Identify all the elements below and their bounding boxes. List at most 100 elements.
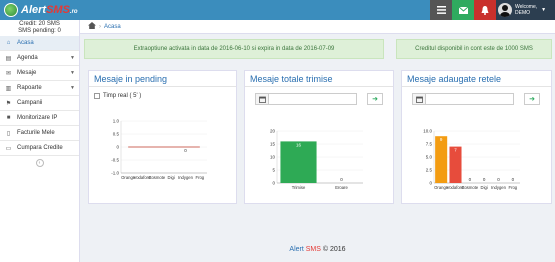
document-icon: ▯	[6, 130, 11, 137]
calendar-icon[interactable]	[412, 93, 426, 105]
y-tick-label: 5.0	[426, 155, 433, 160]
sidebar-item-facturile-mele[interactable]: ▯ Facturile Mele	[0, 126, 79, 141]
sidebar-item-rapoarte[interactable]: ▥ Rapoarte ▼	[0, 81, 79, 96]
sidebar-item-mesaje[interactable]: ✉ Mesaje ▼	[0, 66, 79, 81]
logo-text: Alert	[21, 4, 47, 16]
y-tick-label: 1.0	[113, 119, 120, 124]
realtime-label: Timp real ( 5' )	[103, 93, 142, 99]
breadcrumb-item[interactable]: Acasa	[104, 24, 121, 30]
logo-text-tld: .ro	[69, 9, 78, 15]
envelope-icon[interactable]	[452, 0, 474, 20]
y-tick-label: 0.5	[113, 132, 120, 137]
pending-line: SMS pending: 0	[18, 28, 61, 34]
sidebar-item-label: Agenda	[17, 55, 38, 61]
x-tick-label: Frog	[509, 185, 518, 190]
sidebar-item-label: Rapoarte	[17, 85, 42, 91]
chevron-down-icon: ▼	[70, 70, 75, 76]
credit-info: Credit: 20 SMS SMS pending: 0	[0, 20, 79, 36]
network-messages-panel: Mesaje adaugate retele ➜ 10.0 7.5 5.0 2.5 0 O…	[401, 70, 552, 204]
sidebar-item-label: Campanii	[17, 100, 43, 106]
y-tick-label: 10	[270, 155, 276, 160]
flag-icon: ⚑	[5, 100, 12, 107]
y-tick-label: 0	[272, 181, 275, 186]
x-tick-label: Trimise	[292, 185, 306, 190]
credit-card-icon: ▭	[5, 145, 12, 152]
data-label: 0	[340, 177, 343, 182]
x-tick-label: Indygen	[491, 185, 507, 190]
realtime-checkbox[interactable]	[94, 93, 100, 99]
panel-title: Mesaje adaugate retele	[402, 71, 551, 87]
panel-title: Mesaje in pending	[89, 71, 236, 87]
date-range-input[interactable]	[426, 93, 514, 105]
calendar-icon[interactable]	[255, 93, 269, 105]
extra-option-text: Extraoptiune activata in data de 2016-06…	[133, 46, 335, 52]
arrow-right-icon[interactable]: ➜	[524, 93, 540, 105]
inbox-icon: ✉	[5, 70, 12, 77]
top-bar: AlertSMS.ro Welcome, DEMO ▼	[0, 0, 555, 20]
bell-icon[interactable]	[474, 0, 496, 20]
bar	[435, 136, 448, 183]
pending-messages-panel: Mesaje in pending Timp real ( 5' ) 1.0 0.…	[88, 70, 237, 204]
footer-copyright: © 2016	[322, 245, 346, 253]
total-sent-chart: 20 15 10 5 0 Trimise Eroare 16 0	[270, 129, 363, 190]
y-tick-label: 0	[429, 181, 432, 186]
y-tick-label: 10.0	[423, 129, 432, 134]
sidebar-item-cumpara-credite[interactable]: ▭ Cumpara Credite	[0, 141, 79, 156]
footer-brand: Alert	[289, 245, 304, 253]
bar	[280, 141, 317, 183]
sidebar-item-campanii[interactable]: ⚑ Campanii	[0, 96, 79, 111]
credit-line: Credit: 20 SMS	[19, 21, 60, 27]
data-label: 0	[483, 177, 486, 182]
sidebar: Credit: 20 SMS SMS pending: 0 ⌂ Acasa ▤ …	[0, 20, 80, 262]
video-icon: ■	[6, 115, 11, 121]
data-label: 16	[296, 142, 302, 147]
logo-icon	[4, 3, 18, 17]
x-tick-label: Digi	[168, 175, 175, 180]
y-tick-label: 20	[270, 129, 276, 134]
logo[interactable]: AlertSMS.ro	[4, 2, 78, 18]
user-name: DEMO	[515, 10, 530, 16]
data-label: 0	[184, 148, 187, 153]
breadcrumb: › Acasa	[80, 20, 555, 34]
footer: Alert SMS © 2016	[80, 236, 555, 262]
x-tick-label: Cosmote	[148, 175, 165, 180]
y-tick-label: 5	[272, 168, 275, 173]
chart-icon: ▥	[5, 85, 12, 92]
list-icon[interactable]	[430, 0, 452, 20]
avatar	[498, 3, 512, 17]
chevron-down-icon: ▼	[541, 7, 547, 13]
sidebar-item-label: Acasa	[17, 40, 34, 46]
breadcrumb-separator: ›	[99, 23, 101, 30]
date-range-input[interactable]	[269, 93, 357, 105]
sidebar-item-agenda[interactable]: ▤ Agenda ▼	[0, 51, 79, 66]
sidebar-item-label: Cumpara Credite	[17, 145, 63, 151]
logo-text-sms: SMS	[46, 4, 70, 16]
sidebar-item-label: Facturile Mele	[17, 130, 55, 136]
pending-chart: 1.00.50-0.5-1.0OrangeVodafoneCosmote Digi…	[111, 119, 207, 180]
book-icon: ▤	[5, 55, 12, 62]
x-tick-label: Cosmote	[461, 185, 478, 190]
total-sent-panel: Mesaje totale trimise ➜ 20 15 10 5 0 Trimise E…	[244, 70, 394, 204]
panel-title: Mesaje totale trimise	[245, 71, 393, 87]
y-tick-label: -1.0	[111, 171, 119, 176]
y-tick-label: 15	[270, 142, 276, 147]
collapse-sidebar-button[interactable]: ‹	[35, 159, 44, 167]
footer-brand-sms: SMS	[305, 245, 321, 253]
user-menu[interactable]: Welcome, DEMO ▼	[496, 0, 555, 20]
network-chart: 10.07.55.02.50OrangeVodafoneCosmote Digi I…	[423, 129, 520, 190]
y-tick-label: 0	[116, 145, 119, 150]
data-label: 0	[497, 177, 500, 182]
home-icon[interactable]	[88, 22, 96, 31]
data-label: 0	[512, 177, 515, 182]
x-tick-label: Frog	[196, 175, 205, 180]
sidebar-item-monitorizare-ip[interactable]: ■ Monitorizare IP	[0, 111, 79, 126]
arrow-right-icon[interactable]: ➜	[367, 93, 383, 105]
y-tick-label: -0.5	[111, 158, 119, 163]
home-icon: ⌂	[6, 40, 11, 46]
extra-option-alert: Extraoptiune activata in data de 2016-06…	[84, 39, 384, 59]
sidebar-item-acasa[interactable]: ⌂ Acasa	[0, 36, 79, 51]
chevron-down-icon: ▼	[70, 85, 75, 91]
realtime-toggle[interactable]: Timp real ( 5' )	[89, 87, 236, 99]
credit-alert: Creditul disponibil in cont este de 1000…	[396, 39, 552, 59]
sidebar-item-label: Monitorizare IP	[17, 115, 58, 121]
